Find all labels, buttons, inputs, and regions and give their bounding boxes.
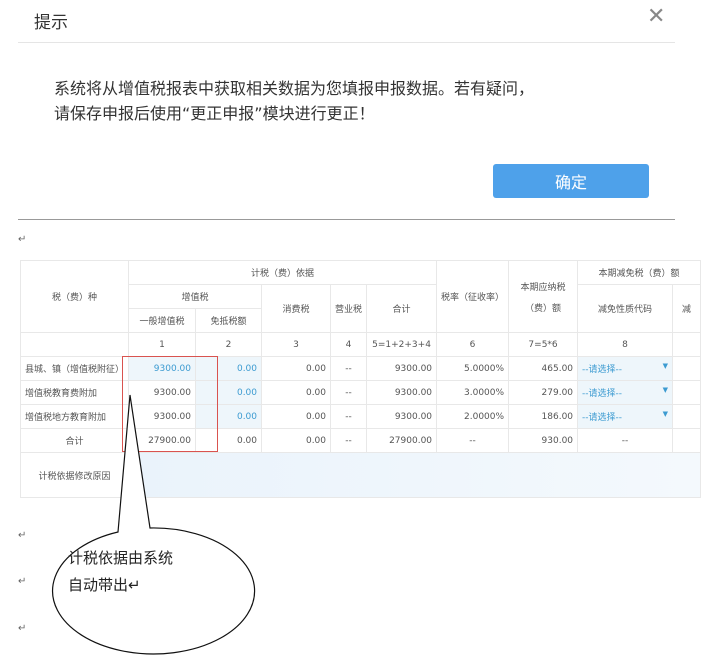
header-reduction-code: 减免性质代码 xyxy=(577,284,674,333)
rate-cell: 5.0000% xyxy=(436,356,510,381)
index-cell: 1 xyxy=(128,332,197,357)
business-cell: -- xyxy=(330,428,368,453)
business-cell: -- xyxy=(330,380,368,405)
reduction-code-select[interactable]: --请选择-- ▼ xyxy=(577,356,674,381)
consumption-cell: 0.00 xyxy=(261,404,332,429)
header-payable-2: （费）额 xyxy=(525,303,562,314)
callout-line-1: 计税依据由系统 xyxy=(68,549,174,567)
message-line-1: 系统将从增值税报表中获取相关数据为您填报申报数据。若有疑问， xyxy=(54,79,535,98)
select-value: --请选择-- xyxy=(582,413,623,423)
callout-bubble xyxy=(52,394,256,655)
header-business: 营业税 xyxy=(330,284,368,333)
business-cell: -- xyxy=(330,356,368,381)
header-payable: 本期应纳税 （费）额 xyxy=(508,260,579,333)
payable-cell: 279.00 xyxy=(508,380,579,405)
index-cell: 4 xyxy=(330,332,368,357)
callout-text: 计税依据由系统 自动带出↵ xyxy=(68,545,173,599)
dropdown-arrow-icon: ▼ xyxy=(662,362,669,370)
header-reduction: 本期减免税（费）额 xyxy=(577,260,702,285)
header-consumption: 消费税 xyxy=(261,284,332,333)
message-line-2: 请保存申报后使用“更正申报”模块进行更正！ xyxy=(54,104,375,123)
rate-cell: 3.0000% xyxy=(436,380,510,405)
divider xyxy=(18,219,675,220)
payable-cell: 930.00 xyxy=(508,428,579,453)
select-value: --请选择-- xyxy=(582,389,623,399)
index-row: 1 2 3 4 5=1+2+3+4 6 7=5*6 8 xyxy=(19,332,702,357)
select-value: --请选择-- xyxy=(582,365,623,375)
dropdown-arrow-icon: ▼ xyxy=(662,410,669,418)
index-cell: 6 xyxy=(436,332,510,357)
business-cell: -- xyxy=(330,404,368,429)
callout-line-2: 自动带出↵ xyxy=(68,576,141,594)
reduction-code-cell: -- xyxy=(577,428,674,453)
dialog-message: 系统将从增值税报表中获取相关数据为您填报申报数据。若有疑问， 请保存申报后使用“… xyxy=(54,76,654,126)
index-cell: 2 xyxy=(195,332,263,357)
header-tax-type: 税（费）种 xyxy=(19,260,130,333)
consumption-cell: 0.00 xyxy=(261,428,332,453)
close-icon[interactable]: ✕ xyxy=(647,4,665,29)
callout-shape xyxy=(52,394,256,655)
total-cell: 27900.00 xyxy=(366,428,438,453)
header-basis: 计税（费）依据 xyxy=(128,260,438,285)
header-vat: 增值税 xyxy=(128,284,263,309)
header-total: 合计 xyxy=(366,284,438,333)
confirm-button[interactable]: 确定 xyxy=(493,164,649,198)
rate-cell: 2.0000% xyxy=(436,404,510,429)
header-exempt: 免抵税额 xyxy=(195,308,263,333)
payable-cell: 186.00 xyxy=(508,404,579,429)
reduction-code-select[interactable]: --请选择-- ▼ xyxy=(577,380,674,405)
header-rate: 税率（征收率） xyxy=(436,260,510,333)
divider xyxy=(18,42,675,43)
total-cell: 9300.00 xyxy=(366,356,438,381)
header-general-vat: 一般增值税 xyxy=(128,308,197,333)
payable-cell: 465.00 xyxy=(508,356,579,381)
index-cell: 5=1+2+3+4 xyxy=(366,332,438,357)
index-cell: 7=5*6 xyxy=(508,332,579,357)
total-cell: 9300.00 xyxy=(366,380,438,405)
dialog-title: 提示 xyxy=(34,13,68,33)
total-cell: 9300.00 xyxy=(366,404,438,429)
reduction-code-select[interactable]: --请选择-- ▼ xyxy=(577,404,674,429)
header-payable-1: 本期应纳税 xyxy=(520,282,566,293)
header-cut: 减 xyxy=(672,284,702,333)
index-cell: 3 xyxy=(261,332,332,357)
rate-cell: -- xyxy=(436,428,510,453)
index-cell: 8 xyxy=(577,332,674,357)
dropdown-arrow-icon: ▼ xyxy=(662,386,669,394)
row-name: 县城、镇（增值税附征） xyxy=(19,356,130,381)
consumption-cell: 0.00 xyxy=(261,356,332,381)
consumption-cell: 0.00 xyxy=(261,380,332,405)
return-mark: ↵ xyxy=(18,234,27,245)
